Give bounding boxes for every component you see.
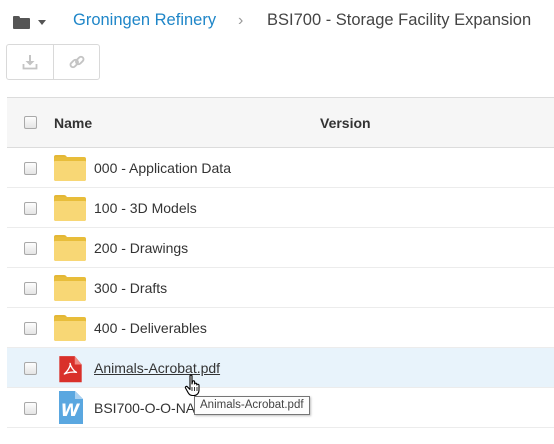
- link-icon: [69, 55, 84, 69]
- table-header: Name Version: [7, 97, 554, 148]
- item-name[interactable]: 100 - 3D Models: [94, 200, 197, 216]
- table-row[interactable]: 300 - Drafts: [7, 268, 554, 308]
- item-name[interactable]: 400 - Deliverables: [94, 320, 207, 336]
- svg-text:W: W: [61, 401, 81, 421]
- breadcrumb: Groningen Refinery › BSI700 - Storage Fa…: [0, 0, 554, 44]
- download-button[interactable]: [7, 45, 53, 79]
- row-checkbox[interactable]: [24, 362, 37, 375]
- item-name[interactable]: 200 - Drawings: [94, 240, 188, 256]
- table-row[interactable]: Animals-Acrobat.pdf: [7, 348, 554, 388]
- row-checkbox[interactable]: [24, 282, 37, 295]
- word-file-icon: W: [59, 391, 83, 424]
- item-name[interactable]: 300 - Drafts: [94, 280, 167, 296]
- toolbar: [6, 44, 100, 80]
- row-checkbox[interactable]: [24, 162, 37, 175]
- folder-icon: [13, 15, 30, 29]
- select-all-checkbox[interactable]: [24, 116, 37, 129]
- row-checkbox[interactable]: [24, 242, 37, 255]
- chevron-down-icon: [38, 19, 46, 25]
- folder-menu-button[interactable]: [13, 13, 53, 31]
- folder-icon: [54, 154, 86, 182]
- column-header-name[interactable]: Name: [54, 115, 92, 131]
- row-checkbox[interactable]: [24, 322, 37, 335]
- table-row[interactable]: 400 - Deliverables: [7, 308, 554, 348]
- item-name[interactable]: BSI700-O-O-NA: [94, 400, 195, 416]
- table-row[interactable]: 000 - Application Data: [7, 148, 554, 188]
- folder-icon: [54, 314, 86, 342]
- breadcrumb-separator: ›: [238, 12, 244, 29]
- row-checkbox[interactable]: [24, 202, 37, 215]
- hand-pointer-icon: [184, 374, 200, 397]
- copy-link-button[interactable]: [53, 45, 99, 79]
- folder-icon: [54, 194, 86, 222]
- folder-icon: [54, 234, 86, 262]
- breadcrumb-current: BSI700 - Storage Facility Expansion: [267, 11, 532, 29]
- table-row[interactable]: 200 - Drawings: [7, 228, 554, 268]
- file-table: Name Version 000 - Application Data 100 …: [7, 97, 554, 428]
- row-checkbox[interactable]: [24, 402, 37, 415]
- tooltip: Animals-Acrobat.pdf: [194, 396, 310, 415]
- download-icon: [22, 55, 38, 70]
- pdf-file-icon: [59, 356, 82, 383]
- column-header-version[interactable]: Version: [320, 115, 371, 131]
- table-row[interactable]: 100 - 3D Models: [7, 188, 554, 228]
- item-name[interactable]: 000 - Application Data: [94, 160, 231, 176]
- breadcrumb-parent-link[interactable]: Groningen Refinery: [73, 11, 216, 30]
- folder-icon: [54, 274, 86, 302]
